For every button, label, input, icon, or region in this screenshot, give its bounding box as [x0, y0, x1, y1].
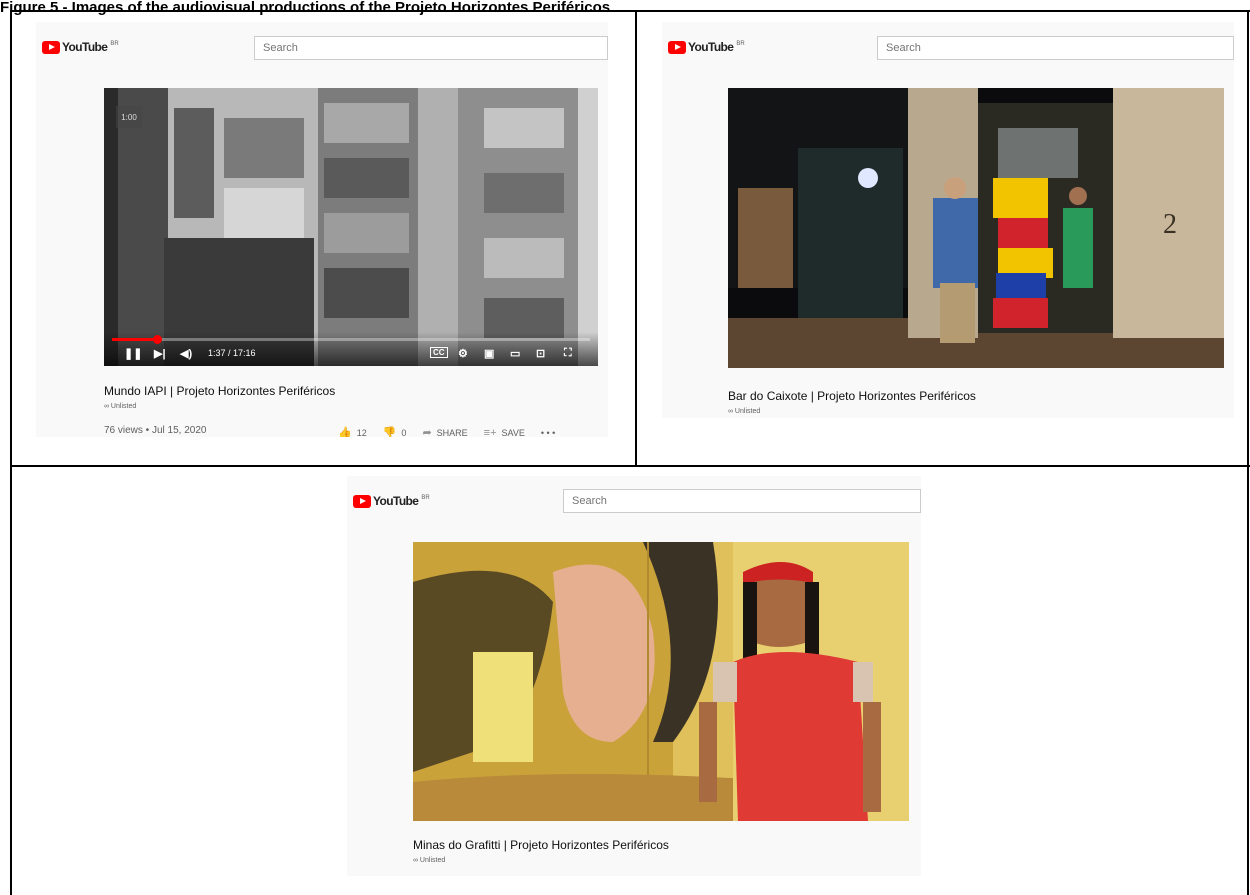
volume-icon[interactable]: ◀): [180, 347, 192, 360]
more-actions-button[interactable]: • • •: [541, 428, 555, 438]
captions-icon[interactable]: CC: [430, 347, 448, 358]
video-screenshot-2: YouTube BR 2 Bar do Caix: [662, 22, 1234, 418]
unlisted-badge: ∞ Unlisted: [728, 408, 761, 415]
search-input[interactable]: [254, 36, 608, 60]
share-icon: ➦: [422, 427, 432, 437]
pause-icon[interactable]: ❚❚: [124, 347, 142, 360]
video-title[interactable]: Mundo IAPI | Projeto Horizontes Periféri…: [104, 384, 335, 398]
video-frame-apartment-buildings: [104, 88, 598, 366]
video-title[interactable]: Bar do Caixote | Projeto Horizontes Peri…: [728, 389, 976, 403]
playlist-add-icon: ≡+: [483, 426, 497, 438]
dislike-button[interactable]: 👎 0: [383, 426, 407, 437]
progress-played: [112, 338, 157, 341]
video-frame-bar-entrance: 2: [728, 88, 1224, 368]
table-border-middle: [10, 465, 1250, 467]
youtube-play-icon: [42, 40, 60, 54]
unlisted-badge: ∞ Unlisted: [104, 403, 137, 410]
youtube-logo[interactable]: YouTube BR: [42, 40, 119, 54]
video-screenshot-3: YouTube BR Minas do Grafitti | Projeto H…: [347, 476, 921, 876]
settings-icon[interactable]: ⚙: [458, 347, 468, 360]
youtube-logo[interactable]: YouTube BR: [353, 494, 430, 508]
search-input[interactable]: [877, 36, 1234, 60]
time-display: 1:37 / 17:16: [208, 348, 256, 358]
thumb-up-icon: 👍: [338, 427, 352, 437]
youtube-play-icon: [353, 494, 371, 508]
next-icon[interactable]: ▶|: [154, 347, 166, 360]
figure-caption: Figure 5 - Images of the audiovisual pro…: [0, 0, 611, 16]
video-screenshot-1: YouTube BR 1:00: [36, 22, 608, 437]
svg-text:2: 2: [1163, 209, 1177, 240]
youtube-play-icon: [668, 40, 686, 54]
video-actions: 👍 12 👎 0 ➦ SHARE ≡+ SAVE • • •: [338, 426, 555, 438]
table-border-right: [1247, 10, 1249, 895]
thumb-down-icon: 👎: [382, 427, 397, 437]
theater-icon[interactable]: ▭: [510, 347, 520, 360]
views-date: 76 views • Jul 15, 2020: [104, 425, 207, 436]
share-button[interactable]: ➦ SHARE: [422, 426, 467, 437]
fullscreen-icon[interactable]: ⛶: [564, 347, 572, 360]
miniplayer-icon[interactable]: ▣: [484, 347, 494, 360]
video-player[interactable]: 1:00 ❚❚ ▶| ◀) 1:37 / 17:16 CC ⚙ ▣ ▭ ⊡ ⛶: [104, 88, 598, 366]
save-button[interactable]: ≡+ SAVE: [484, 427, 525, 438]
video-title[interactable]: Minas do Grafitti | Projeto Horizontes P…: [413, 838, 669, 852]
video-frame-graffiti-wall: [413, 542, 909, 821]
cast-icon[interactable]: ⊡: [536, 347, 545, 360]
time-overlay: 1:00: [116, 106, 142, 128]
like-button[interactable]: 👍 12: [338, 426, 367, 437]
video-player[interactable]: 2: [728, 88, 1224, 368]
youtube-logo[interactable]: YouTube BR: [668, 40, 745, 54]
table-border-top: [10, 10, 1250, 12]
unlisted-badge: ∞ Unlisted: [413, 857, 446, 864]
video-player[interactable]: [413, 542, 909, 821]
search-input[interactable]: [563, 489, 921, 513]
scrubber-handle[interactable]: [152, 335, 162, 344]
table-border-center: [635, 10, 637, 467]
table-border-left: [10, 10, 12, 895]
progress-bar[interactable]: [112, 335, 590, 344]
